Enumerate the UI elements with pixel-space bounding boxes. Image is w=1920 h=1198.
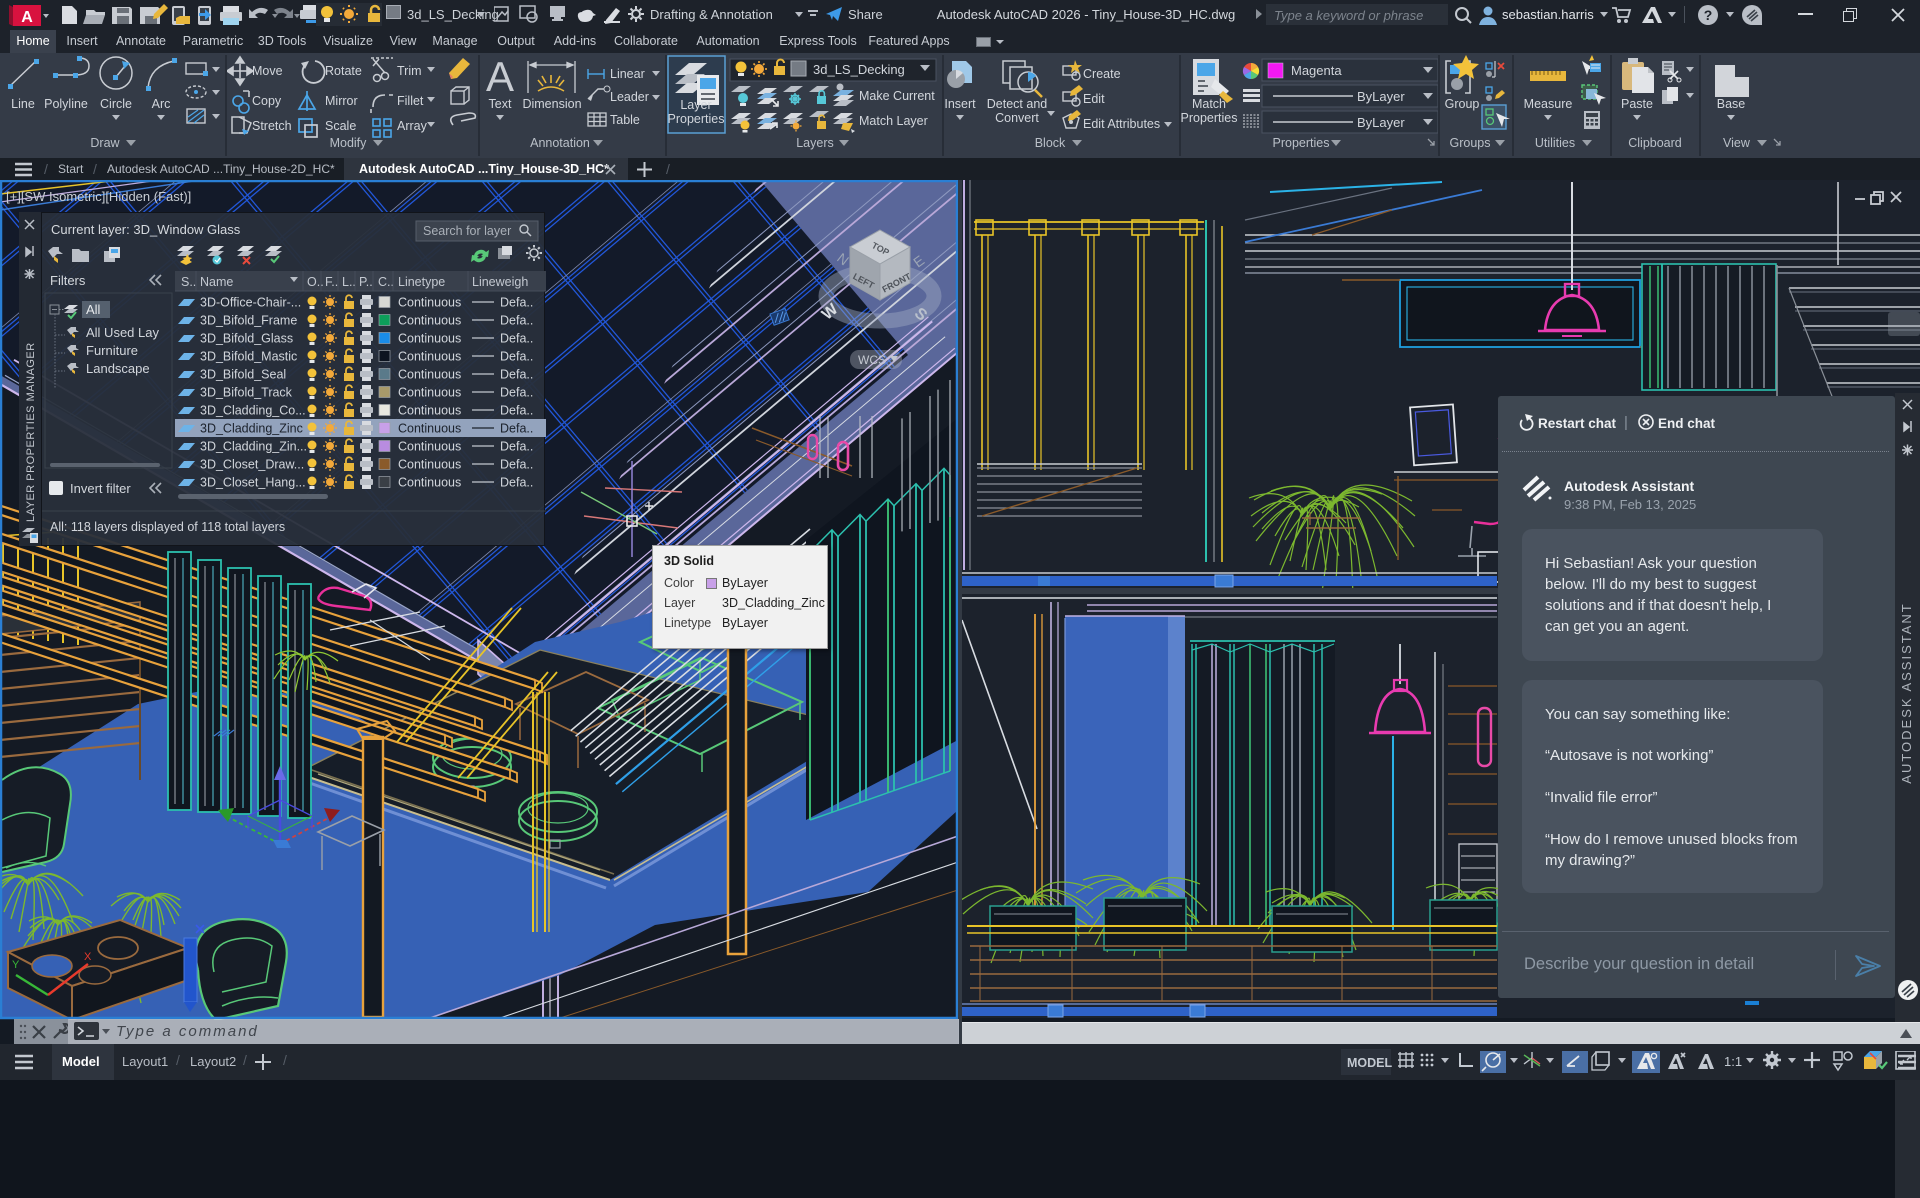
svg-text:Convert: Convert	[995, 111, 1039, 125]
svg-text:Match Layer: Match Layer	[859, 114, 928, 128]
svg-text:3D_Closet_Draw...: 3D_Closet_Draw...	[200, 458, 304, 472]
svg-text:LAYER PROPERTIES MANAGER: LAYER PROPERTIES MANAGER	[25, 342, 37, 522]
svg-text:Defa..: Defa..	[500, 368, 533, 382]
svg-text:Make Current: Make Current	[859, 89, 935, 103]
svg-text:Magenta: Magenta	[1291, 63, 1342, 78]
svg-text:Defa..: Defa..	[500, 332, 533, 346]
svg-text:A: A	[486, 53, 514, 100]
svg-text:Groups: Groups	[1450, 136, 1491, 150]
svg-text:Properties: Properties	[1273, 136, 1330, 150]
svg-text:Scale: Scale	[325, 119, 356, 133]
svg-text:Defa..: Defa..	[500, 422, 533, 436]
svg-text:3D_Cladding_Zin...: 3D_Cladding_Zin...	[200, 440, 307, 454]
svg-text:Line: Line	[11, 97, 35, 111]
svg-text:Move: Move	[252, 64, 283, 78]
svg-text:Group: Group	[1445, 97, 1480, 111]
svg-text:Table: Table	[610, 113, 640, 127]
svg-text:Stretch: Stretch	[252, 119, 292, 133]
svg-text:Polyline: Polyline	[44, 97, 88, 111]
svg-text:Defa..: Defa..	[500, 458, 533, 472]
svg-text:Mirror: Mirror	[325, 94, 358, 108]
svg-text:3D_Bifold_Seal: 3D_Bifold_Seal	[200, 368, 286, 382]
svg-text:Create: Create	[1083, 67, 1121, 81]
svg-text:?: ?	[1704, 7, 1713, 23]
svg-text:Base: Base	[1717, 97, 1746, 111]
svg-text:3D_Bifold_Track: 3D_Bifold_Track	[200, 386, 293, 400]
svg-text:Properties: Properties	[668, 112, 725, 126]
svg-text:Defa..: Defa..	[500, 314, 533, 328]
svg-text:Insert: Insert	[944, 97, 976, 111]
svg-text:Y: Y	[12, 959, 20, 971]
svg-text:Measure: Measure	[1524, 97, 1573, 111]
svg-text:1:1: 1:1	[1724, 1054, 1742, 1069]
svg-text:Layer: Layer	[680, 98, 711, 112]
svg-text:Clipboard: Clipboard	[1628, 136, 1682, 150]
svg-text:X: X	[84, 951, 92, 963]
svg-text:Continuous: Continuous	[398, 332, 461, 346]
svg-text:Continuous: Continuous	[398, 314, 461, 328]
svg-text:Continuous: Continuous	[398, 350, 461, 364]
svg-text:AUTODESK ASSISTANT: AUTODESK ASSISTANT	[1899, 602, 1914, 783]
svg-text:Paste: Paste	[1621, 97, 1653, 111]
svg-text:Edit: Edit	[1083, 92, 1105, 106]
svg-text:Defa..: Defa..	[500, 476, 533, 490]
svg-text:Defa..: Defa..	[500, 386, 533, 400]
svg-text:View: View	[1723, 136, 1751, 150]
svg-text:Fillet: Fillet	[397, 94, 424, 108]
svg-text:3D_Closet_Hang...: 3D_Closet_Hang...	[200, 476, 306, 490]
svg-text:Text: Text	[489, 97, 512, 111]
svg-text:3D_Bifold_Frame: 3D_Bifold_Frame	[200, 314, 297, 328]
svg-text:3D_Bifold_Glass: 3D_Bifold_Glass	[200, 332, 293, 346]
svg-text:Leader: Leader	[610, 90, 649, 104]
svg-text:Continuous: Continuous	[398, 476, 461, 490]
svg-text:Circle: Circle	[100, 97, 132, 111]
svg-text:Continuous: Continuous	[398, 440, 461, 454]
svg-text:Modify: Modify	[330, 136, 368, 150]
svg-text:3D-Office-Chair-...: 3D-Office-Chair-...	[200, 296, 301, 310]
svg-text:Arc: Arc	[152, 97, 171, 111]
svg-text:3d_LS_Decking: 3d_LS_Decking	[813, 62, 905, 77]
svg-text:3D_Bifold_Mastic: 3D_Bifold_Mastic	[200, 350, 297, 364]
svg-text:Continuous: Continuous	[398, 404, 461, 418]
svg-text:Continuous: Continuous	[398, 386, 461, 400]
svg-text:Detect and: Detect and	[987, 97, 1048, 111]
svg-text:Continuous: Continuous	[398, 422, 461, 436]
svg-text:Block: Block	[1035, 136, 1066, 150]
svg-text:WCS: WCS	[858, 353, 886, 367]
svg-text:Dimension: Dimension	[522, 97, 581, 111]
svg-text:Utilities: Utilities	[1535, 136, 1575, 150]
svg-text:ByLayer: ByLayer	[1357, 115, 1405, 130]
svg-text:Edit Attributes: Edit Attributes	[1083, 117, 1160, 131]
svg-text:Trim: Trim	[397, 64, 422, 78]
svg-text:Properties: Properties	[1181, 111, 1237, 125]
svg-text:Defa..: Defa..	[500, 404, 533, 418]
svg-text:Annotation: Annotation	[530, 136, 590, 150]
svg-text:3D_Cladding_Co...: 3D_Cladding_Co...	[200, 404, 306, 418]
svg-text:ByLayer: ByLayer	[1357, 89, 1405, 104]
svg-text:Draw: Draw	[90, 136, 120, 150]
svg-text:Continuous: Continuous	[398, 458, 461, 472]
svg-text:Continuous: Continuous	[398, 368, 461, 382]
svg-text:Linear: Linear	[610, 67, 645, 81]
svg-text:Copy: Copy	[252, 94, 282, 108]
svg-text:A: A	[21, 9, 33, 26]
svg-text:Layers: Layers	[796, 136, 834, 150]
svg-text:Rotate: Rotate	[325, 64, 362, 78]
svg-text:Match: Match	[1192, 97, 1226, 111]
svg-text:Defa..: Defa..	[500, 440, 533, 454]
svg-text:Defa..: Defa..	[500, 350, 533, 364]
svg-text:Defa..: Defa..	[500, 296, 533, 310]
svg-text:Array: Array	[397, 119, 428, 133]
svg-text:3D_Cladding_Zinc: 3D_Cladding_Zinc	[200, 422, 303, 436]
svg-text:Continuous: Continuous	[398, 296, 461, 310]
